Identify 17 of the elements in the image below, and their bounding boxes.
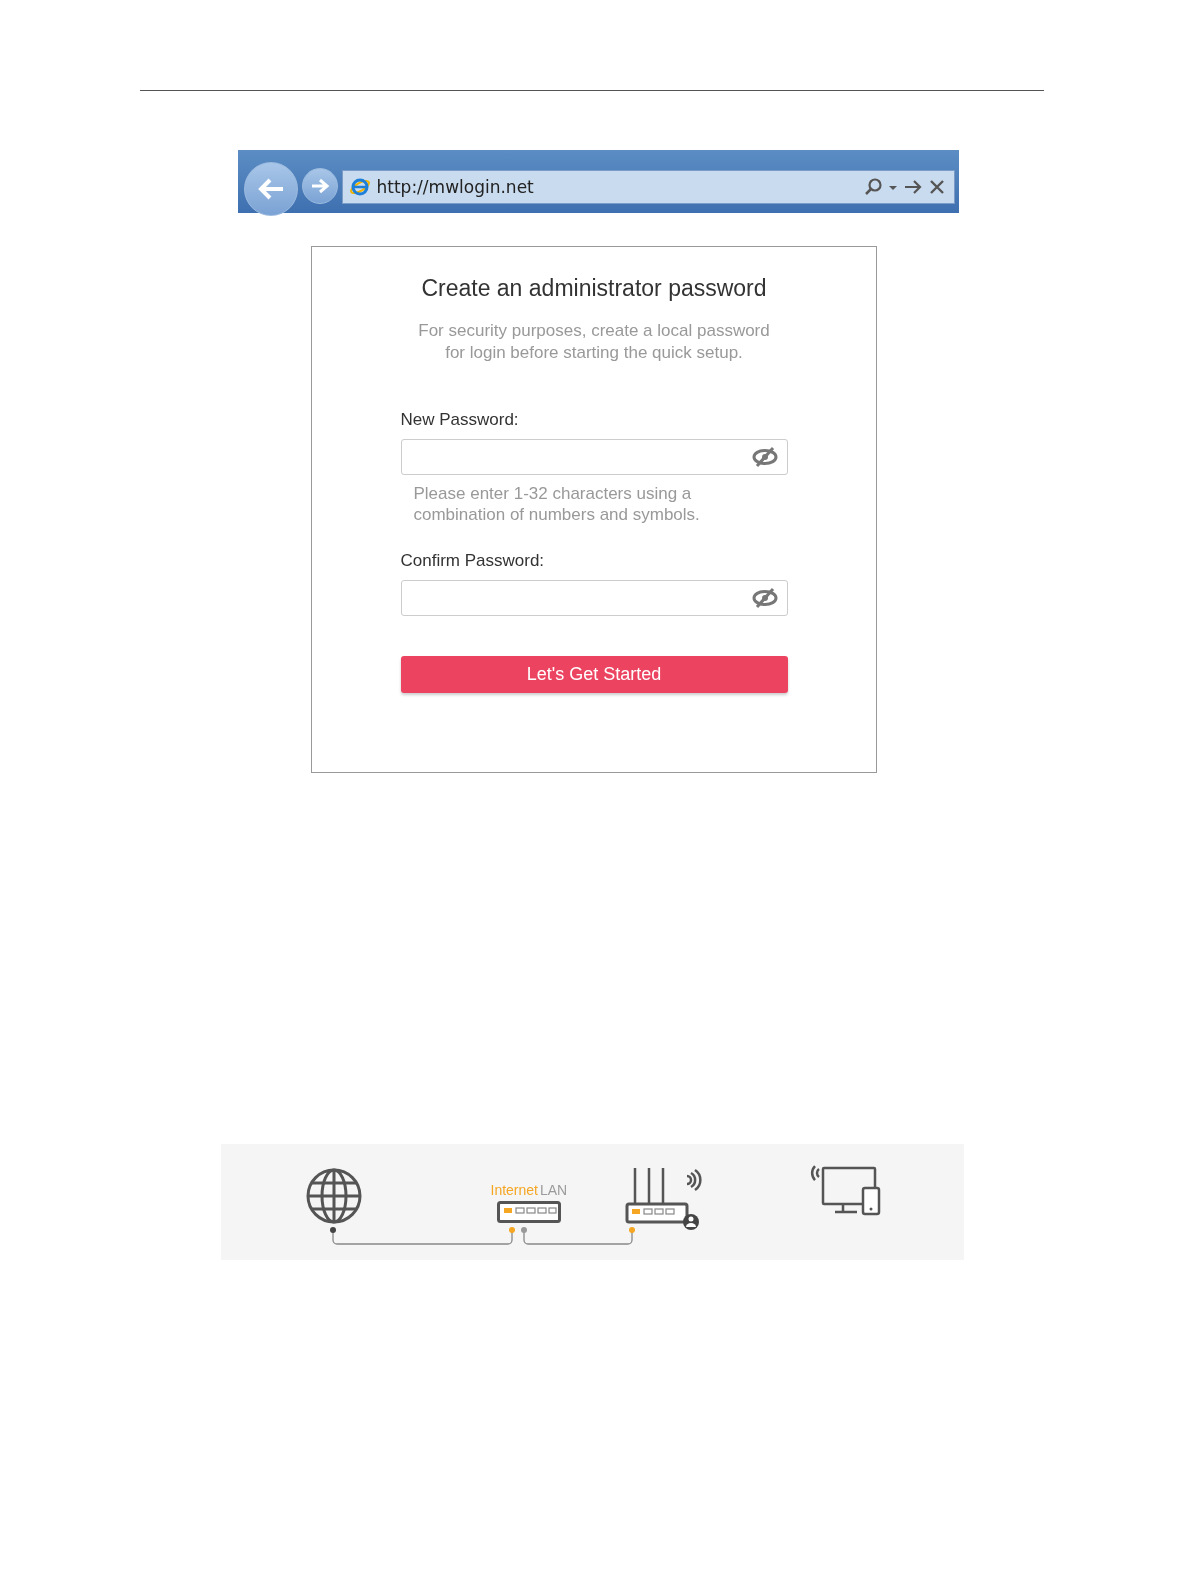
port-label: LAN xyxy=(540,1182,568,1198)
modem-icon xyxy=(496,1201,561,1223)
field-label: New Password: xyxy=(400,410,520,430)
port-label: Internet xyxy=(490,1182,538,1198)
form-description: For security purposes, create a local password for login before starting the quick setup. xyxy=(417,320,771,364)
forward-button[interactable] xyxy=(301,167,338,204)
field-hint: Please enter 1-32 characters using a combination of numbers and symbols. xyxy=(413,483,701,525)
get-started-button[interactable]: Let's Get Started xyxy=(400,656,788,693)
eye-slash-icon[interactable] xyxy=(750,446,779,468)
address-bar[interactable]: http://mwlogin.net xyxy=(341,169,955,204)
eye-slash-icon[interactable] xyxy=(750,587,779,609)
password-field[interactable] xyxy=(400,580,788,616)
close-icon[interactable] xyxy=(927,177,946,196)
password-field[interactable] xyxy=(400,439,788,475)
url-text: http://mwlogin.net xyxy=(376,176,534,197)
form-title: Create an administrator password xyxy=(420,275,768,302)
field-label: Confirm Password: xyxy=(400,551,546,571)
